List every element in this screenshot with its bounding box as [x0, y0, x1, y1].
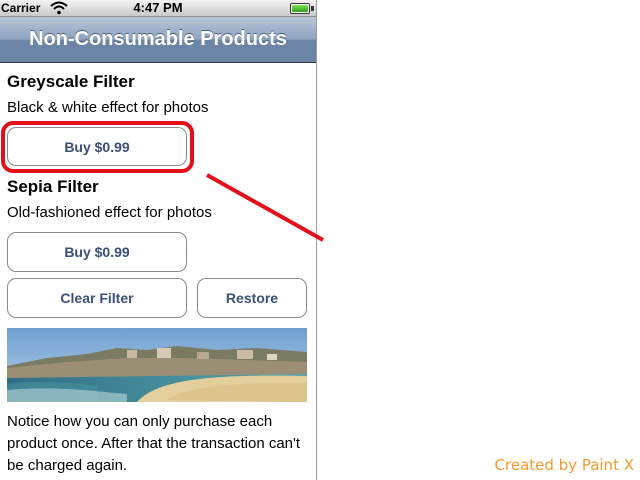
phone-screen: Carrier 4:47 PM Non-Consumable Products …: [0, 0, 317, 480]
product-description-sepia: Old-fashioned effect for photos: [7, 204, 212, 221]
battery-nub: [311, 6, 314, 11]
status-bar: Carrier 4:47 PM: [0, 0, 316, 17]
product-title-sepia: Sepia Filter: [7, 177, 99, 196]
beach-photo: [7, 328, 307, 402]
restore-button[interactable]: Restore: [197, 278, 307, 318]
watermark-text: Created by Paint X: [494, 456, 634, 474]
nav-title: Non-Consumable Products: [29, 28, 287, 50]
buy-sepia-button[interactable]: Buy $0.99: [7, 232, 187, 272]
product-description-greyscale: Black & white effect for photos: [7, 99, 209, 116]
battery-icon: [290, 3, 310, 14]
info-note: Notice how you can only purchase each pr…: [7, 413, 301, 474]
product-title-greyscale: Greyscale Filter: [7, 72, 135, 91]
clear-filter-button[interactable]: Clear Filter: [7, 278, 187, 318]
status-time: 4:47 PM: [133, 0, 183, 15]
annotation-highlight-box: [1, 121, 194, 173]
navigation-bar: Non-Consumable Products: [0, 17, 316, 63]
